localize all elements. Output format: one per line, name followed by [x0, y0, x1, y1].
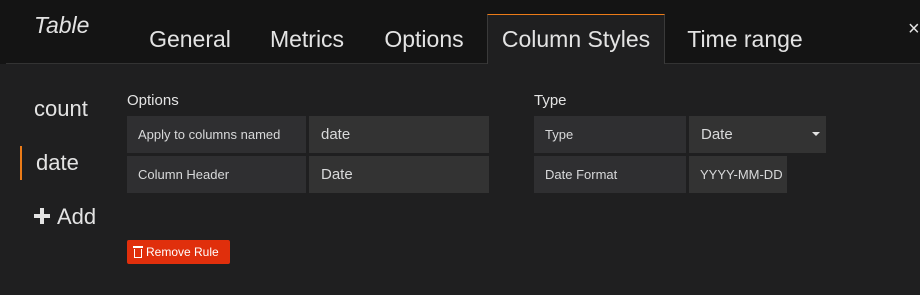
caret-down-icon — [812, 132, 820, 136]
active-indicator — [20, 146, 22, 180]
trash-icon — [133, 245, 143, 258]
column-header-input[interactable]: Date — [309, 156, 489, 193]
remove-rule-label: Remove Rule — [146, 245, 219, 259]
tab-time-range[interactable]: Time range — [670, 14, 820, 64]
date-format-input[interactable]: YYYY-MM-DD — [689, 156, 787, 193]
type-select-value: Date — [701, 126, 733, 143]
tab-column-styles[interactable]: Column Styles — [487, 14, 665, 64]
remove-rule-button[interactable]: Remove Rule — [127, 240, 230, 264]
tab-metrics[interactable]: Metrics — [253, 14, 361, 64]
type-section-title: Type — [534, 92, 567, 109]
panel-title: Table — [34, 12, 90, 38]
tab-options[interactable]: Options — [366, 14, 482, 64]
column-header-label: Column Header — [127, 156, 306, 193]
type-select[interactable]: Date — [689, 116, 826, 153]
tab-general[interactable]: General — [132, 14, 248, 64]
sidebar-item-date[interactable]: date — [36, 150, 79, 176]
date-format-label: Date Format — [534, 156, 686, 193]
options-section-title: Options — [127, 92, 179, 109]
apply-columns-input[interactable]: date — [309, 116, 489, 153]
plus-icon[interactable] — [34, 206, 50, 224]
sidebar-item-count[interactable]: count — [34, 96, 88, 122]
apply-columns-label: Apply to columns named — [127, 116, 306, 153]
add-rule-button[interactable]: Add — [57, 204, 96, 230]
type-label: Type — [534, 116, 686, 153]
close-icon[interactable]: × — [908, 18, 920, 41]
